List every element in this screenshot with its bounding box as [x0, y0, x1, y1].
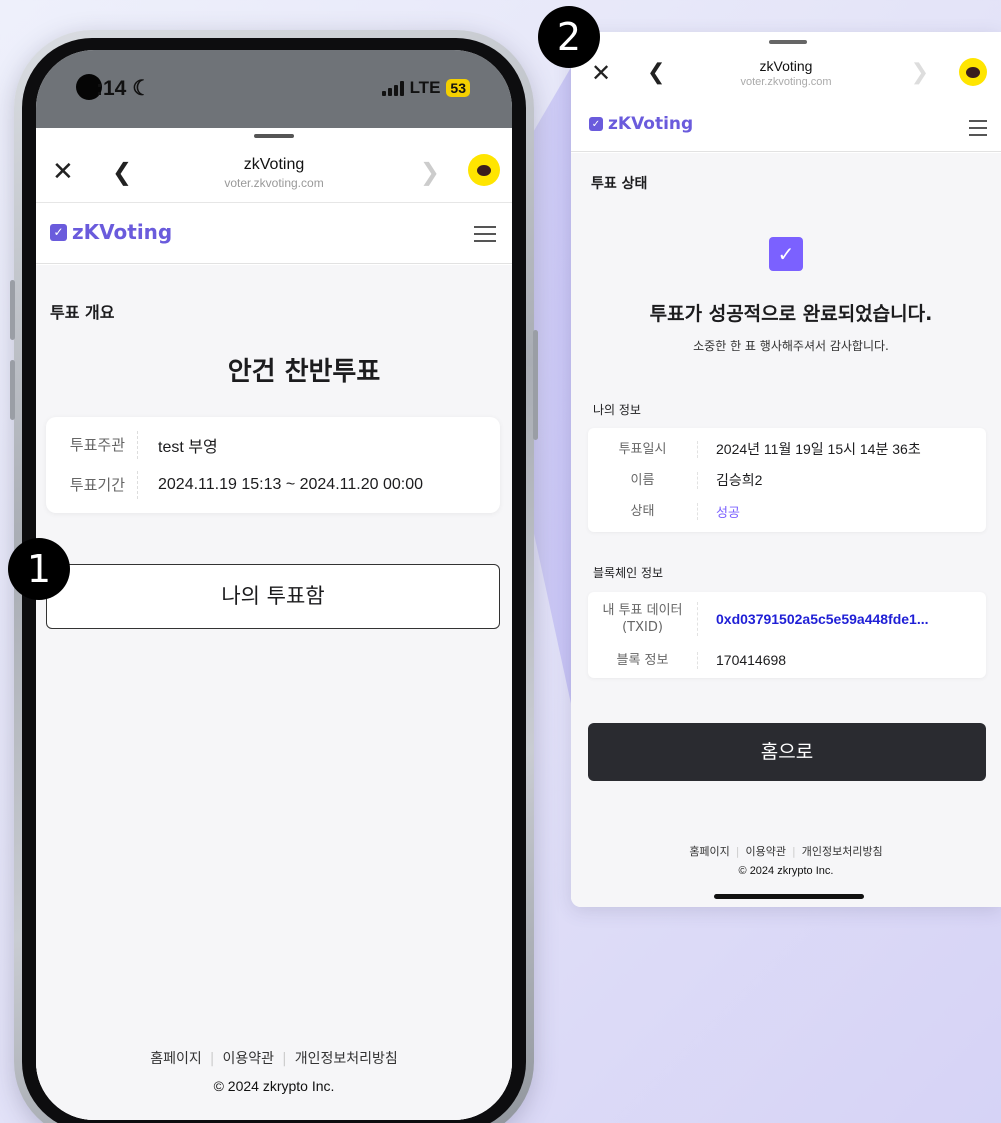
status-time: :14 ☾ — [96, 77, 152, 100]
vote-info-card: 투표주관 test 부영 투표기간 2024.11.19 15:13 ~ 202… — [46, 417, 500, 513]
chevron-right-icon[interactable]: ❯ — [911, 60, 929, 86]
blockchain-info-label: 블록체인 정보 — [593, 566, 664, 580]
hamburger-icon[interactable] — [969, 120, 987, 141]
blockchain-info-card: 내 투표 데이터 (TXID) 0xd03791502a5c5e59a448fd… — [588, 592, 986, 678]
chat-bubble-icon — [966, 66, 980, 78]
success-title: 투표가 성공적으로 완료되었습니다. — [649, 303, 933, 325]
check-box-icon: ✓ — [50, 223, 67, 241]
vote-overview-content: 투표 개요 안건 찬반투표 투표주관 test 부영 투표기간 2024.11.… — [36, 265, 512, 1120]
info-value: test 부영 — [158, 439, 218, 456]
info-key: 투표주관 — [46, 431, 138, 459]
info-row-organizer: 투표주관 test 부영 — [46, 425, 500, 465]
info-row-name: 이름 김승희2 — [588, 465, 986, 495]
section-title: 투표 상태 — [591, 176, 648, 192]
browser-url: voter.zkvoting.com — [740, 76, 832, 88]
browser-nav: ✕ ❮ zkVoting voter.zkvoting.com ❯ — [571, 54, 1001, 98]
chevron-right-icon[interactable]: ❯ — [420, 158, 440, 186]
info-row-period: 투표기간 2024.11.19 15:13 ~ 2024.11.20 00:00 — [46, 465, 500, 505]
my-info-label: 나의 정보 — [593, 403, 641, 417]
txid-link[interactable]: 0xd03791502a5c5e59a448fde1... — [698, 611, 986, 627]
info-key: 투표기간 — [46, 471, 138, 499]
browser-nav: ✕ ❮ zkVoting voter.zkvoting.com ❯ — [36, 148, 512, 203]
info-key: 투표일시 — [588, 440, 698, 458]
status-indicators: LTE 53 — [381, 78, 470, 98]
info-key: 상태 — [588, 502, 698, 520]
app-header: ✓ zKVoting — [571, 102, 1001, 152]
info-row-status: 상태 성공 — [588, 496, 986, 526]
browser-url: voter.zkvoting.com — [224, 176, 324, 190]
browser-title: zkVoting — [243, 156, 305, 173]
kakao-chat-button[interactable] — [468, 154, 500, 186]
network-label: LTE — [409, 78, 441, 97]
phone-screen: :14 ☾ LTE 53 ✕ ❮ zkVoting voter.zkvoting… — [36, 50, 512, 1120]
moon-icon: ☾ — [132, 77, 152, 100]
footer-link-home[interactable]: 홈페이지 — [150, 1051, 202, 1067]
phone-mockup: :14 ☾ LTE 53 ✕ ❮ zkVoting voter.zkvoting… — [10, 30, 538, 1123]
info-key: 블록 정보 — [588, 651, 698, 669]
sheet-grabber[interactable] — [769, 40, 807, 44]
footer-link-privacy[interactable]: 개인정보처리방침 — [295, 1051, 398, 1067]
kakao-chat-button[interactable] — [959, 58, 987, 86]
signal-icon — [381, 80, 404, 96]
zkvoting-logo[interactable]: ✓ zKVoting — [50, 220, 172, 244]
success-subtitle: 소중한 한 표 행사해주셔서 감사합니다. — [693, 339, 889, 353]
info-row-txid: 내 투표 데이터 (TXID) 0xd03791502a5c5e59a448fd… — [588, 596, 986, 642]
step-badge-1: 1 — [8, 538, 70, 600]
info-value: 2024.11.19 15:13 ~ 2024.11.20 00:00 — [158, 476, 423, 493]
chat-bubble-icon — [477, 164, 491, 176]
footer-link-terms[interactable]: 이용약관 — [746, 845, 786, 858]
info-row-vote-time: 투표일시 2024년 11월 19일 15시 14분 36초 — [588, 434, 986, 464]
my-info-card: 투표일시 2024년 11월 19일 15시 14분 36초 이름 김승희2 상… — [588, 428, 986, 532]
info-key: 이름 — [588, 471, 698, 489]
info-value: 170414698 — [716, 652, 787, 668]
my-ballot-button[interactable]: 나의 투표함 — [46, 564, 500, 629]
info-value: 2024년 11월 19일 15시 14분 36초 — [716, 441, 921, 457]
vote-status-panel: ✕ ❮ zkVoting voter.zkvoting.com ❯ ✓ zKVo… — [571, 32, 1001, 907]
footer-link-privacy[interactable]: 개인정보처리방침 — [802, 845, 883, 858]
info-row-block: 블록 정보 170414698 — [588, 646, 986, 674]
footer-links: 홈페이지 | 이용약관 | 개인정보처리방침 — [150, 1051, 398, 1067]
footer-link-home[interactable]: 홈페이지 — [689, 845, 729, 858]
vote-status-content: 투표 상태 ✓ 투표가 성공적으로 완료되었습니다. 소중한 한 표 행사해주셔… — [571, 153, 1001, 907]
vote-title: 안건 찬반투표 — [227, 357, 381, 387]
hamburger-icon[interactable] — [474, 226, 496, 247]
zkvoting-logo[interactable]: ✓ zKVoting — [589, 114, 693, 134]
step-badge-2: 2 — [538, 6, 600, 68]
info-key: 내 투표 데이터 (TXID) — [588, 602, 698, 636]
status-bar: :14 ☾ LTE 53 — [36, 50, 512, 128]
vote-check-icon: ✓ — [769, 237, 803, 271]
browser-title: zkVoting — [759, 58, 813, 74]
info-value: 김승희2 — [716, 472, 763, 488]
copyright: © 2024 zkrypto Inc. — [213, 1078, 335, 1094]
footer-link-terms[interactable]: 이용약관 — [222, 1051, 274, 1067]
app-header: ✓ zKVoting — [36, 204, 512, 264]
footer-links: 홈페이지 | 이용약관 | 개인정보처리방침 — [689, 845, 883, 858]
home-button[interactable]: 홈으로 — [588, 723, 986, 781]
status-value: 성공 — [716, 505, 740, 521]
copyright: © 2024 zkrypto Inc. — [738, 865, 834, 877]
battery-indicator: 53 — [446, 79, 470, 97]
browser-sheet: ✕ ❮ zkVoting voter.zkvoting.com ❯ ✓ zKVo… — [36, 128, 512, 1120]
check-box-icon: ✓ — [589, 117, 603, 131]
home-indicator — [714, 894, 864, 899]
section-title: 투표 개요 — [50, 303, 115, 322]
sheet-grabber[interactable] — [254, 134, 294, 138]
